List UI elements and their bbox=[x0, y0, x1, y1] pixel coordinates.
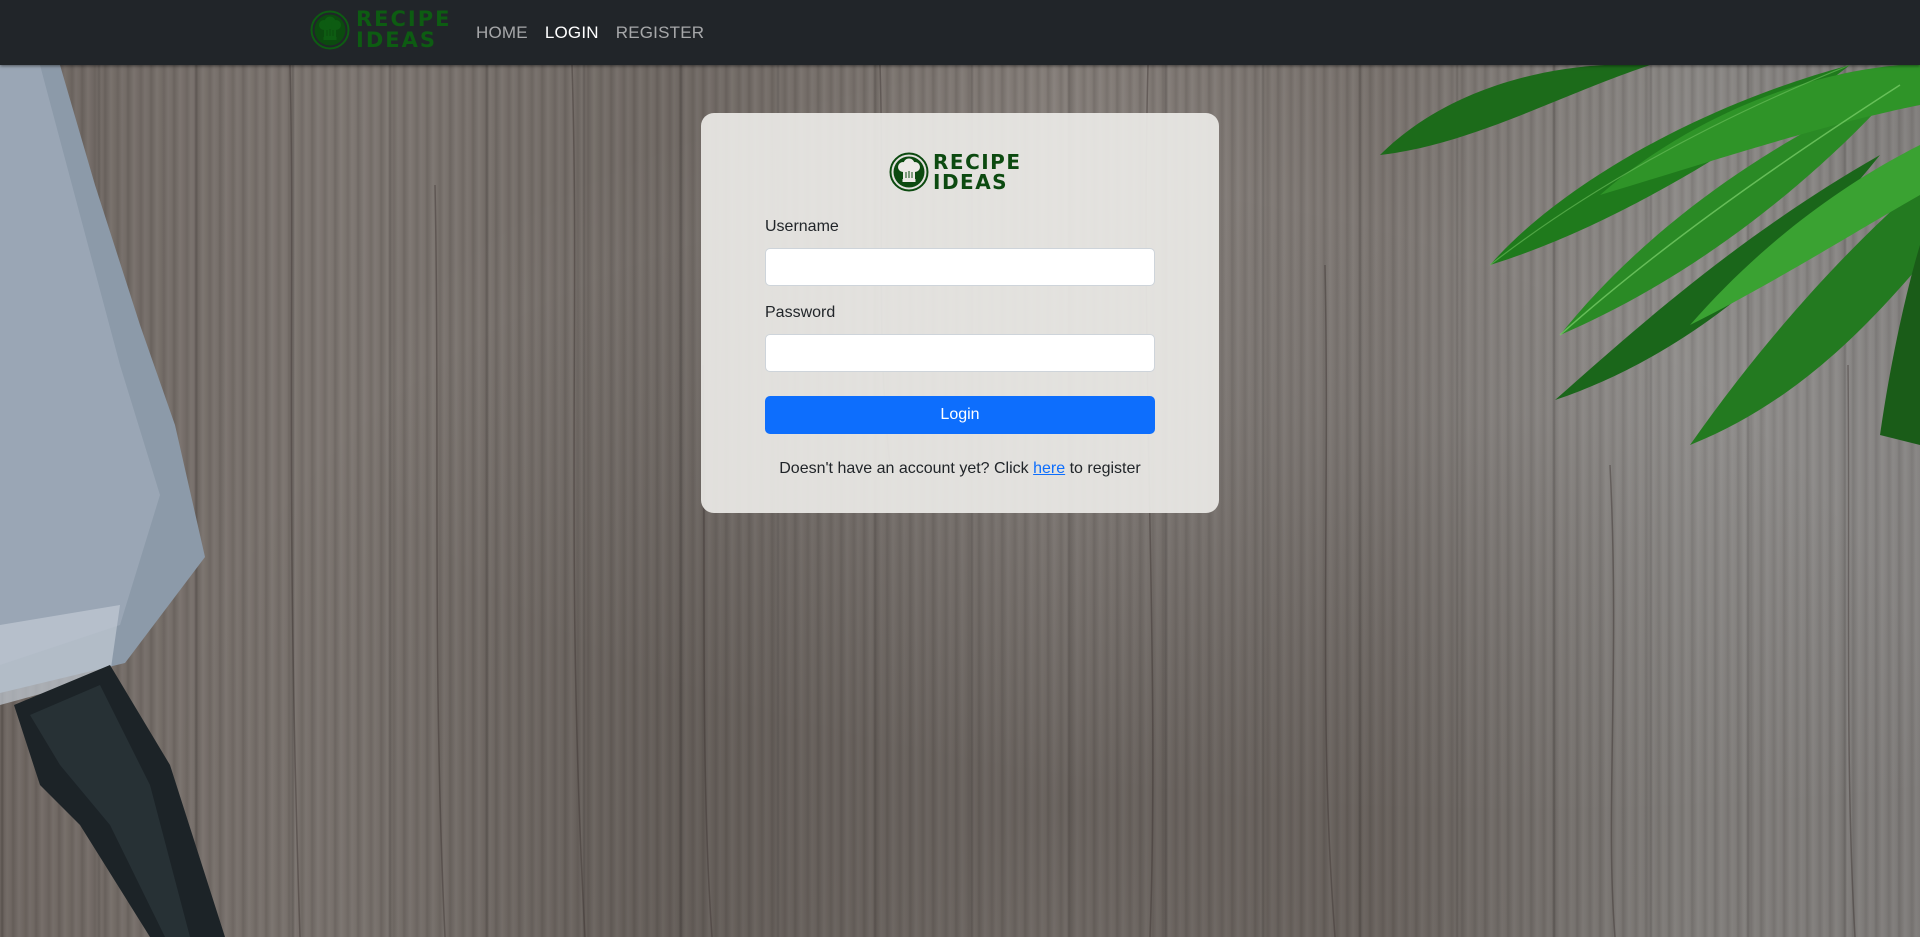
username-label: Username bbox=[765, 218, 839, 235]
knife-decoration bbox=[0, 65, 225, 937]
username-input[interactable] bbox=[765, 248, 1155, 286]
password-label: Password bbox=[765, 304, 836, 321]
chef-hat-icon bbox=[310, 10, 350, 50]
brand-line-1: RECIPE bbox=[356, 7, 452, 31]
register-suffix-text: to register bbox=[1065, 460, 1141, 477]
brand-text: RECIPE IDEAS bbox=[356, 9, 451, 51]
register-here-link[interactable]: here bbox=[1033, 460, 1065, 477]
navbar: RECIPE IDEAS HOME LOGIN REGISTER bbox=[0, 0, 1920, 65]
nav-home-link[interactable]: HOME bbox=[476, 23, 528, 43]
card-logo-line-1: RECIPE bbox=[933, 150, 1022, 174]
chef-hat-icon bbox=[889, 152, 929, 192]
register-prompt: Doesn't have an account yet? Click here … bbox=[701, 460, 1219, 478]
nav-register-link[interactable]: REGISTER bbox=[616, 23, 705, 43]
brand-line-2: IDEAS bbox=[356, 28, 437, 52]
card-logo: RECIPE IDEAS bbox=[889, 152, 1022, 192]
login-button[interactable]: Login bbox=[765, 396, 1155, 434]
nav-links: HOME LOGIN REGISTER bbox=[476, 0, 721, 65]
register-prefix-text: Doesn't have an account yet? Click bbox=[779, 460, 1034, 477]
brand-logo-link[interactable]: RECIPE IDEAS bbox=[310, 9, 451, 51]
leaves-decoration bbox=[1380, 65, 1920, 445]
nav-login-link[interactable]: LOGIN bbox=[545, 23, 599, 43]
login-card: RECIPE IDEAS Username Password Login Doe… bbox=[701, 113, 1219, 513]
card-logo-line-2: IDEAS bbox=[933, 170, 1009, 194]
card-logo-text: RECIPE IDEAS bbox=[933, 152, 1022, 192]
password-input[interactable] bbox=[765, 334, 1155, 372]
